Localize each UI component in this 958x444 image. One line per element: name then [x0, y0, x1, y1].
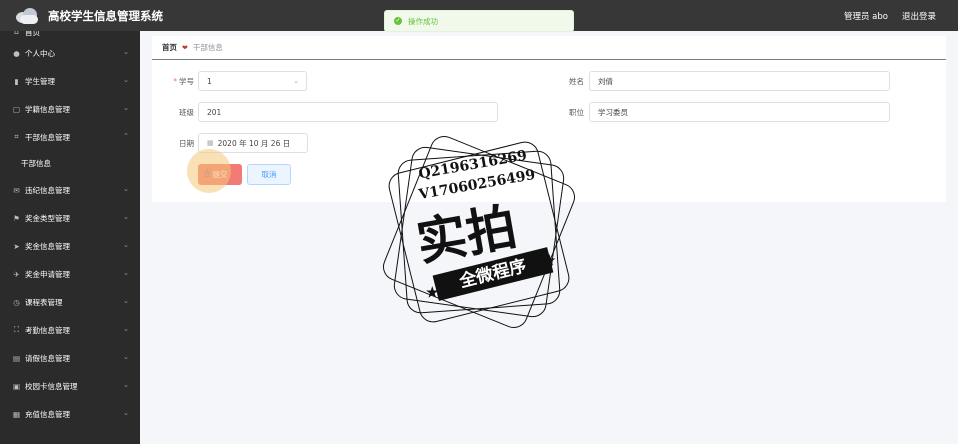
- card-icon: ▣: [12, 381, 21, 391]
- plane-icon: ✈: [13, 269, 20, 279]
- grid-icon: ▦: [12, 409, 21, 419]
- chevron-down-icon: ⌄: [123, 325, 129, 333]
- app-title: 高校学生信息管理系统: [48, 8, 163, 23]
- sidebar-item-label: 奖金信息管理: [25, 241, 70, 251]
- breadcrumb: 首页 ❤ 干部信息: [162, 42, 223, 53]
- class-field[interactable]: 201: [198, 102, 498, 122]
- sidebar-item-leave[interactable]: ▤ 请假信息管理 ⌄: [0, 344, 140, 372]
- sidebar-item-bonus-application[interactable]: ✈ 奖金申请管理 ⌄: [0, 260, 140, 288]
- name-value: 刘倩: [598, 76, 613, 86]
- class-value: 201: [207, 107, 222, 117]
- fullscreen-icon: ⛶: [13, 325, 20, 334]
- student-id-select[interactable]: 1 ⌄: [198, 71, 307, 91]
- cloud-logo-icon: [16, 6, 40, 26]
- sidebar-item-label: 个人中心: [25, 48, 55, 58]
- sidebar-item-profile[interactable]: ● 个人中心 ⌄: [0, 39, 140, 67]
- sidebar-item-cadre-management[interactable]: ⌗ 干部信息管理 ⌃: [0, 123, 140, 151]
- chevron-down-icon: ⌄: [123, 241, 129, 249]
- sidebar: ⌂ 首页 ● 个人中心 ⌄ ▮ 学生管理 ⌄ ▢ 学籍信息管理 ⌄ ⌗ 干部信息…: [0, 31, 140, 444]
- chevron-down-icon: ⌄: [123, 48, 129, 56]
- sidebar-item-label: 首页: [25, 31, 40, 37]
- document-icon: ▢: [12, 104, 21, 114]
- divider: [152, 59, 946, 60]
- chevron-down-icon: ⌄: [123, 409, 129, 417]
- mail-icon: ✉: [13, 185, 20, 195]
- sidebar-item-discipline[interactable]: ✉ 违纪信息管理 ⌄: [0, 176, 140, 204]
- sidebar-item-label: 学生管理: [25, 76, 55, 86]
- chevron-down-icon: ⌄: [123, 104, 129, 112]
- sidebar-item-recharge[interactable]: ▦ 充值信息管理 ⌄: [0, 400, 140, 428]
- bank-icon: ▤: [12, 353, 21, 363]
- sidebar-item-label: 课程表管理: [25, 297, 63, 307]
- date-label: 日期: [179, 139, 194, 148]
- submit-button[interactable]: 提交: [198, 164, 242, 185]
- sidebar-item-label: 充值信息管理: [25, 409, 70, 419]
- class-label: 班级: [179, 108, 194, 117]
- chevron-up-icon: ⌃: [123, 132, 129, 140]
- success-toast: ✓ 操作成功: [384, 10, 574, 32]
- crop-icon: ⌗: [14, 132, 19, 141]
- name-label: 姓名: [569, 77, 584, 86]
- check-circle-icon: ✓: [394, 17, 402, 25]
- name-field[interactable]: 刘倩: [589, 71, 890, 91]
- chevron-down-icon: ⌄: [123, 381, 129, 389]
- user-label: 管理员 abo: [843, 11, 888, 22]
- sidebar-item-campus-card[interactable]: ▣ 校园卡信息管理 ⌄: [0, 372, 140, 400]
- sidebar-item-students[interactable]: ▮ 学生管理 ⌄: [0, 67, 140, 95]
- sidebar-item-home[interactable]: ⌂ 首页: [0, 31, 140, 39]
- flag-icon: ⚑: [13, 213, 20, 223]
- sidebar-item-enrollment[interactable]: ▢ 学籍信息管理 ⌄: [0, 95, 140, 123]
- chevron-down-icon: ⌄: [123, 213, 129, 221]
- date-value: 2020 年 10 月 26 日: [217, 138, 291, 148]
- sidebar-item-label: 违纪信息管理: [25, 185, 70, 195]
- sidebar-item-bonus-info[interactable]: ➤ 奖金信息管理 ⌄: [0, 232, 140, 260]
- home-icon: ⌂: [14, 31, 19, 36]
- toast-message: 操作成功: [408, 16, 438, 26]
- chevron-down-icon: ⌄: [123, 269, 129, 277]
- sidebar-item-attendance[interactable]: ⛶ 考勤信息管理 ⌄: [0, 316, 140, 344]
- star-icon: ★: [543, 253, 556, 269]
- sidebar-item-label: 奖金申请管理: [25, 269, 70, 279]
- calendar-icon: ▦: [207, 139, 214, 147]
- sidebar-item-label: 干部信息: [21, 159, 51, 168]
- star-icon: ★: [426, 285, 439, 301]
- sidebar-item-label: 学籍信息管理: [25, 104, 70, 114]
- chevron-down-icon: ⌄: [123, 353, 129, 361]
- watermark-stamp: Q2196316269 V17060256499 实拍 全微程序 ★ ★: [372, 125, 586, 340]
- sidebar-item-timetable[interactable]: ◷ 课程表管理 ⌄: [0, 288, 140, 316]
- chevron-down-icon: ⌄: [293, 77, 299, 85]
- chevron-down-icon: ⌄: [123, 185, 129, 193]
- sidebar-item-bonus-type[interactable]: ⚑ 奖金类型管理 ⌄: [0, 204, 140, 232]
- sidebar-subitem-cadre-info[interactable]: 干部信息: [0, 151, 140, 176]
- position-value: 学习委员: [598, 107, 628, 117]
- send-icon: ➤: [13, 241, 20, 251]
- position-field[interactable]: 学习委员: [589, 102, 890, 122]
- sidebar-item-label: 校园卡信息管理: [25, 381, 78, 391]
- sidebar-item-label: 请假信息管理: [25, 353, 70, 363]
- student-id-label: * 学号: [173, 77, 194, 86]
- chevron-down-icon: ⌄: [123, 297, 129, 305]
- breadcrumb-home[interactable]: 首页: [162, 42, 177, 53]
- breadcrumb-current: 干部信息: [192, 43, 223, 52]
- position-label: 职位: [569, 108, 584, 117]
- logout-link[interactable]: 退出登录: [902, 10, 936, 22]
- user-icon: ●: [13, 48, 20, 58]
- cancel-button[interactable]: 取消: [247, 164, 291, 185]
- sidebar-item-label: 考勤信息管理: [25, 325, 70, 335]
- student-id-value: 1: [207, 76, 212, 86]
- clock-icon: ◷: [13, 297, 20, 307]
- heart-icon: ❤: [182, 43, 188, 52]
- bar-chart-icon: ▮: [14, 76, 19, 86]
- sidebar-item-label: 干部信息管理: [25, 132, 70, 142]
- sidebar-item-label: 奖金类型管理: [25, 213, 70, 223]
- date-picker[interactable]: ▦ 2020 年 10 月 26 日: [198, 133, 308, 153]
- chevron-down-icon: ⌄: [123, 76, 129, 84]
